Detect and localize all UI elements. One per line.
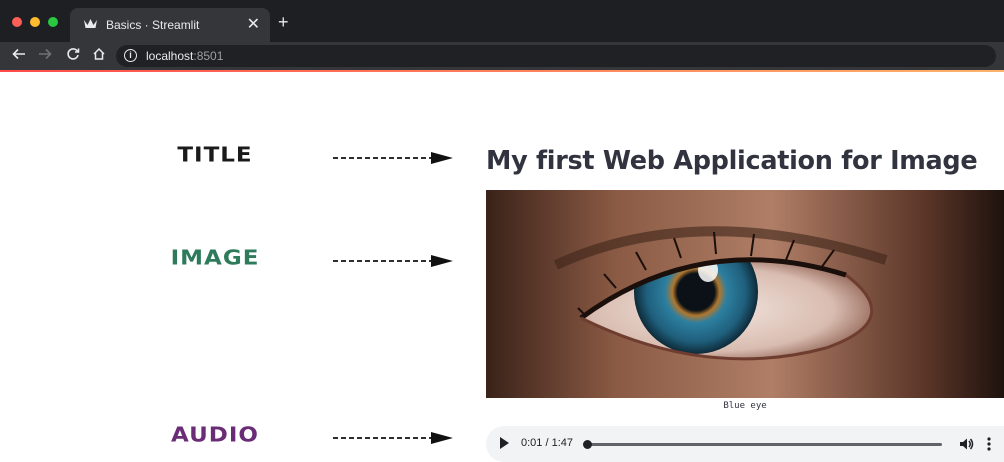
eye-image [486, 190, 1004, 398]
play-icon[interactable] [500, 437, 509, 449]
browser-tab-bar: Basics · Streamlit ✕ + [0, 0, 1004, 42]
url-host: localhost [146, 49, 194, 63]
annotation-audio-label: AUDIO [171, 423, 259, 447]
site-info-icon[interactable]: i [124, 49, 137, 62]
arrow-right-icon [333, 432, 453, 444]
reload-icon[interactable] [66, 47, 80, 64]
audio-progress-handle[interactable] [583, 440, 593, 449]
url-field[interactable]: i localhost:8501 [116, 45, 996, 67]
url-port: :8501 [193, 49, 224, 63]
url-text: localhost:8501 [146, 49, 223, 63]
arrow-right-icon [333, 255, 453, 267]
annotation-image-label: IMAGE [170, 246, 260, 270]
audio-progress-slider[interactable] [583, 440, 942, 449]
audio-time: 0:01 / 1:47 [521, 437, 573, 449]
browser-tab[interactable]: Basics · Streamlit ✕ [70, 8, 270, 42]
close-tab-icon[interactable]: ✕ [247, 14, 260, 34]
close-window-button[interactable] [12, 17, 22, 27]
arrow-right-icon [333, 152, 453, 164]
minimize-window-button[interactable] [30, 17, 40, 27]
tab-title: Basics · Streamlit [106, 18, 200, 32]
audio-player[interactable]: 0:01 / 1:47 [486, 426, 1004, 462]
more-options-icon[interactable] [986, 436, 992, 452]
annotation-title-label: TITLE [177, 143, 253, 167]
home-icon[interactable] [92, 47, 106, 64]
new-tab-button[interactable]: + [278, 13, 289, 31]
address-bar: i localhost:8501 [0, 42, 1004, 70]
maximize-window-button[interactable] [48, 17, 58, 27]
page-title: My first Web Application for Image [486, 146, 978, 176]
streamlit-accent-bar [0, 70, 1004, 72]
image-caption: Blue eye [723, 401, 767, 411]
volume-icon[interactable] [958, 436, 974, 452]
back-icon[interactable] [12, 47, 26, 64]
streamlit-crown-icon [84, 18, 97, 31]
forward-icon[interactable] [38, 47, 52, 64]
